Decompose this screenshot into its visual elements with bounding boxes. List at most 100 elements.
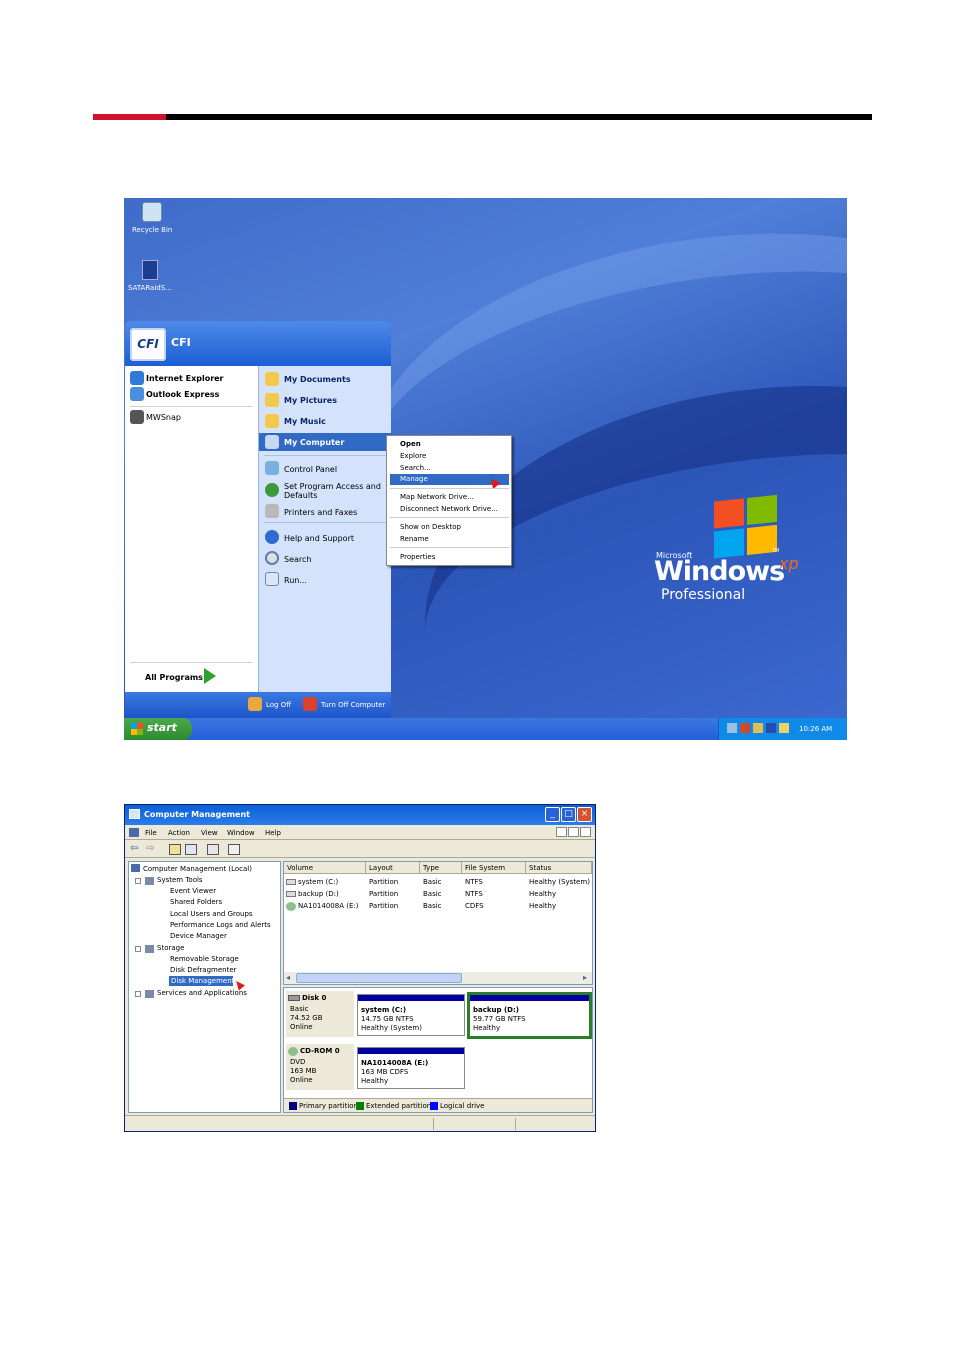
ctx-show-desktop[interactable]: Show on Desktop (400, 523, 461, 531)
cell-volume: NA1014008A (E:) (298, 902, 359, 910)
disk-state: Online (290, 1076, 313, 1084)
log-off-icon (248, 697, 262, 711)
start-item-internet-explorer[interactable]: Internet Explorer (146, 374, 224, 383)
ctx-open[interactable]: Open (400, 440, 421, 448)
tree-services-apps[interactable]: Services and Applications (157, 989, 247, 997)
start-item-search[interactable]: Search (284, 555, 311, 564)
ctx-properties[interactable]: Properties (400, 553, 435, 561)
tree-disk-management[interactable]: Disk Management (171, 977, 234, 985)
col-status[interactable]: Status (526, 862, 592, 874)
minimize-button[interactable]: _ (545, 807, 560, 822)
collapse-icon[interactable] (135, 878, 141, 884)
start-item-mwsnap[interactable]: MWSnap (146, 413, 181, 422)
mdi-close-button[interactable] (580, 827, 591, 837)
horizontal-scrollbar[interactable]: ◂ ▸ (284, 972, 592, 984)
start-item-my-pictures[interactable]: My Pictures (284, 396, 337, 405)
ctx-map-drive[interactable]: Map Network Drive... (400, 493, 474, 501)
recycle-bin-icon[interactable] (142, 202, 162, 222)
help-icon[interactable] (228, 844, 240, 855)
start-item-run[interactable]: Run... (284, 576, 307, 585)
tools-icon (145, 877, 154, 885)
folder-icon (265, 414, 279, 428)
up-folder-icon[interactable] (169, 844, 181, 855)
ctx-explore[interactable]: Explore (400, 452, 426, 460)
ctx-manage[interactable]: Manage (400, 475, 428, 483)
all-programs-button[interactable]: All Programs (145, 673, 203, 682)
turn-off-button[interactable]: Turn Off Computer (321, 701, 385, 709)
col-volume[interactable]: Volume (284, 862, 366, 874)
properties-icon[interactable] (207, 844, 219, 855)
partition-status: Healthy (System) (361, 1024, 422, 1032)
menu-action[interactable]: Action (168, 829, 190, 837)
start-item-help[interactable]: Help and Support (284, 534, 354, 543)
start-item-my-computer[interactable]: My Computer (284, 438, 344, 447)
logo-professional: Professional (661, 587, 746, 603)
scrollbar-thumb[interactable] (296, 973, 462, 983)
close-button[interactable]: × (577, 807, 592, 822)
partition-c[interactable]: system (C:) 14.75 GB NTFS Healthy (Syste… (357, 994, 465, 1036)
menu-window[interactable]: Window (227, 829, 255, 837)
tray-monitor-icon[interactable] (766, 723, 776, 733)
col-layout[interactable]: Layout (366, 862, 420, 874)
run-icon (265, 572, 279, 586)
menu-view[interactable]: View (201, 829, 218, 837)
menu-help[interactable]: Help (265, 829, 281, 837)
tree-local-users[interactable]: Local Users and Groups (170, 910, 253, 918)
tree-shared-folders[interactable]: Shared Folders (170, 898, 222, 906)
tree-storage[interactable]: Storage (157, 944, 184, 952)
tree-event-viewer[interactable]: Event Viewer (170, 887, 216, 895)
legend-swatch-extended (356, 1102, 364, 1110)
divider (264, 455, 386, 456)
table-row[interactable]: NA1014008A (E:) Partition Basic CDFS Hea… (284, 901, 592, 912)
start-item-my-documents[interactable]: My Documents (284, 375, 351, 384)
col-type[interactable]: Type (420, 862, 462, 874)
ctx-disconnect[interactable]: Disconnect Network Drive... (400, 505, 498, 513)
sataraid-icon[interactable] (142, 260, 158, 280)
tree-removable-storage[interactable]: Removable Storage (170, 955, 239, 963)
table-row[interactable]: system (C:) Partition Basic NTFS Healthy… (284, 877, 592, 888)
start-item-my-music[interactable]: My Music (284, 417, 326, 426)
tree-disk-management-highlight[interactable]: Disk Management (169, 976, 234, 986)
mdi-minimize-button[interactable] (556, 827, 567, 837)
log-off-button[interactable]: Log Off (266, 701, 291, 709)
computer-icon (265, 435, 279, 449)
show-hide-tree-icon[interactable] (185, 844, 197, 855)
tree-device-manager[interactable]: Device Manager (170, 932, 227, 940)
tree-root[interactable]: Computer Management (Local) (143, 865, 252, 873)
partition-d[interactable]: backup (D:) 59.77 GB NTFS Healthy (467, 992, 592, 1039)
window-titlebar[interactable]: Computer Management _ □ × (125, 805, 595, 825)
tree-system-tools[interactable]: System Tools (157, 876, 203, 884)
start-item-program-access[interactable]: Set Program Access and Defaults (284, 482, 384, 500)
ctx-rename[interactable]: Rename (400, 535, 429, 543)
network-icon[interactable] (727, 723, 737, 733)
table-row[interactable]: backup (D:) Partition Basic NTFS Healthy (284, 889, 592, 900)
ctx-search[interactable]: Search... (400, 464, 431, 472)
disk-name: Disk 0 (302, 994, 327, 1002)
scroll-right-icon[interactable]: ▸ (583, 973, 587, 982)
tray-shield-icon[interactable] (779, 723, 789, 733)
start-item-control-panel[interactable]: Control Panel (284, 465, 337, 474)
start-button[interactable]: start (124, 718, 192, 740)
start-item-printers[interactable]: Printers and Faxes (284, 508, 357, 517)
volume-icon[interactable] (753, 723, 763, 733)
forward-arrow-icon[interactable]: ⇨ (146, 843, 154, 854)
back-arrow-icon[interactable]: ⇦ (130, 843, 138, 854)
tree-disk-defragmenter[interactable]: Disk Defragmenter (170, 966, 237, 974)
partition-size: 59.77 GB NTFS (473, 1015, 526, 1023)
my-computer-highlight[interactable]: My Computer (259, 433, 392, 451)
col-file-system[interactable]: File System (462, 862, 526, 874)
disk-0-label-box[interactable]: Disk 0 Basic 74.52 GB Online (286, 991, 354, 1037)
clock[interactable]: 10:26 AM (799, 725, 832, 733)
tree-perf-logs[interactable]: Performance Logs and Alerts (170, 921, 271, 929)
tray-app-icon[interactable] (740, 723, 750, 733)
mdi-restore-button[interactable] (568, 827, 579, 837)
start-item-outlook-express[interactable]: Outlook Express (146, 390, 219, 399)
menu-file[interactable]: File (145, 829, 157, 837)
scroll-left-icon[interactable]: ◂ (286, 973, 290, 982)
expand-icon[interactable] (135, 991, 141, 997)
cdrom-0-label-box[interactable]: CD-ROM 0 DVD 163 MB Online (286, 1044, 354, 1090)
collapse-icon[interactable] (135, 946, 141, 952)
partition-size: 163 MB CDFS (361, 1068, 409, 1076)
maximize-button[interactable]: □ (561, 807, 576, 822)
partition-e[interactable]: NA1014008A (E:) 163 MB CDFS Healthy (357, 1047, 465, 1089)
